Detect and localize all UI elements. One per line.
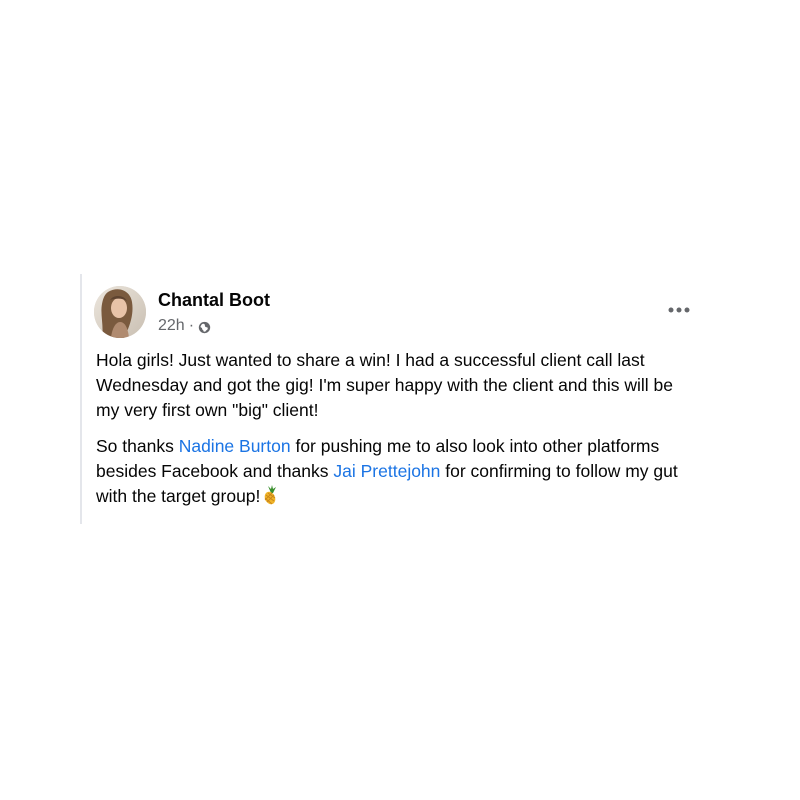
meta-separator: · <box>188 317 195 334</box>
author-avatar[interactable] <box>94 286 146 338</box>
post-timestamp[interactable]: 22h <box>158 316 185 336</box>
more-options-icon <box>668 307 690 313</box>
post-paragraph-2: So thanks Nadine Burton for pushing me t… <box>96 434 696 512</box>
left-border-divider <box>80 274 82 524</box>
post-card: Chantal Boot 22h · Hola girls! Just want… <box>80 274 710 524</box>
author-name[interactable]: Chantal Boot <box>158 288 270 312</box>
pineapple-emoji <box>262 485 280 512</box>
paragraph-2-text-1: So thanks <box>96 436 179 456</box>
mention-link-2[interactable]: Jai Prettejohn <box>333 461 440 481</box>
more-options-button[interactable] <box>664 300 694 320</box>
mention-link-1[interactable]: Nadine Burton <box>179 436 291 456</box>
post-paragraph-1: Hola girls! Just wanted to share a win! … <box>96 350 673 420</box>
avatar-photo <box>94 286 146 338</box>
post-meta: 22h · <box>158 316 211 336</box>
globe-icon[interactable] <box>198 320 211 333</box>
